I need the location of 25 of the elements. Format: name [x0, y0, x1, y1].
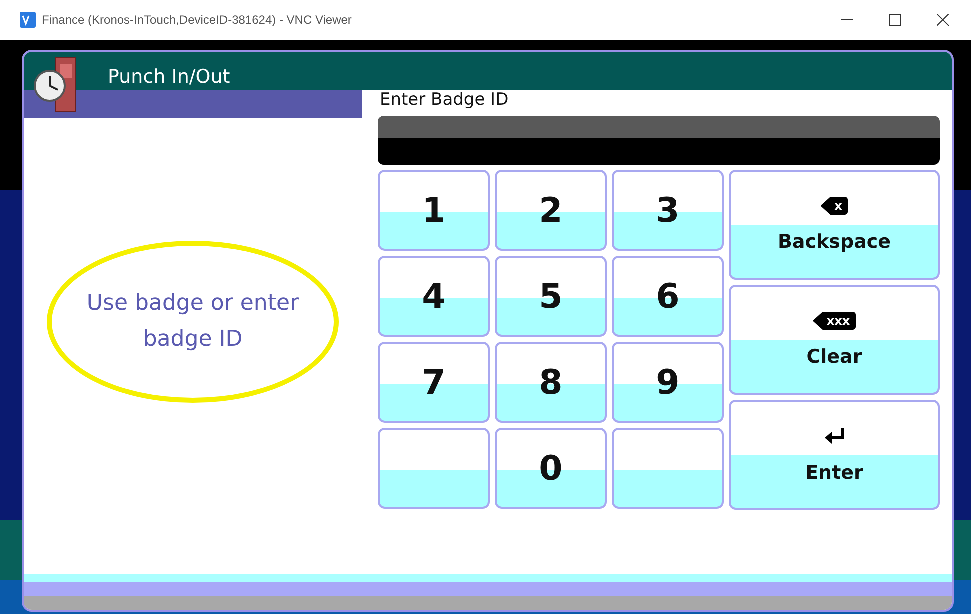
digit-key[interactable]: 0	[495, 428, 607, 509]
digit-key[interactable]: 8	[495, 342, 607, 423]
entry-label: Enter Badge ID	[379, 89, 510, 112]
window-title: Finance (Kronos-InTouch,DeviceID-381624) - VNC Viewer	[42, 13, 352, 27]
digit-key[interactable]: 4	[378, 256, 490, 337]
enter-key[interactable]: Enter	[729, 400, 940, 510]
backspace-key[interactable]: x Backspace	[729, 170, 940, 280]
close-icon[interactable]	[937, 14, 949, 26]
digit-key[interactable]: 1	[378, 170, 490, 251]
app-logo-icon	[20, 12, 36, 28]
digit-key[interactable]: 6	[612, 256, 724, 337]
badge-prompt: Use badge or enter badge ID	[47, 241, 339, 403]
enter-icon	[822, 426, 846, 446]
digit-key[interactable]: 5	[495, 256, 607, 337]
clear-key[interactable]: xxx Clear	[729, 285, 940, 395]
digit-key[interactable]: 3	[612, 170, 724, 251]
digit-key[interactable]: 2	[495, 170, 607, 251]
screen-title: Punch In/Out	[108, 66, 230, 90]
digit-key[interactable]: 9	[612, 342, 724, 423]
digit-key[interactable]: 7	[378, 342, 490, 423]
clear-icon: xxx	[812, 312, 856, 330]
minimize-icon[interactable]	[841, 19, 853, 21]
backspace-icon: x	[820, 197, 848, 215]
badge-id-field[interactable]	[378, 116, 940, 165]
maximize-icon[interactable]	[889, 14, 901, 26]
